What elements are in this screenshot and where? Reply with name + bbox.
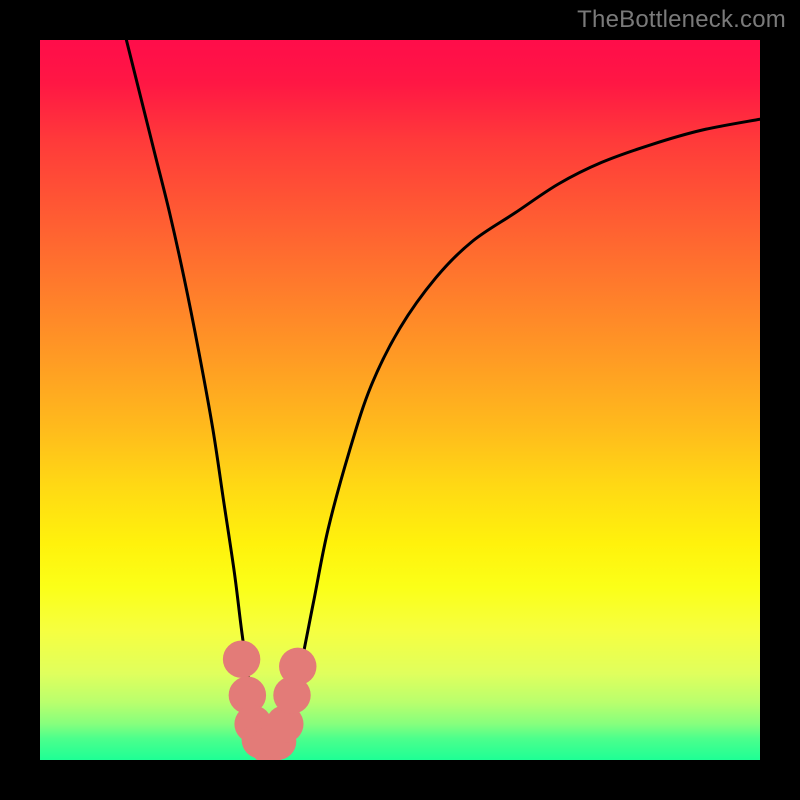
curve-marker [279,648,316,685]
main-curve [126,40,760,746]
curve-marker [223,640,260,677]
curve-markers [223,640,317,760]
chart-frame: TheBottleneck.com [0,0,800,800]
watermark-text: TheBottleneck.com [577,6,786,34]
chart-svg [40,40,760,760]
plot-area [40,40,760,760]
